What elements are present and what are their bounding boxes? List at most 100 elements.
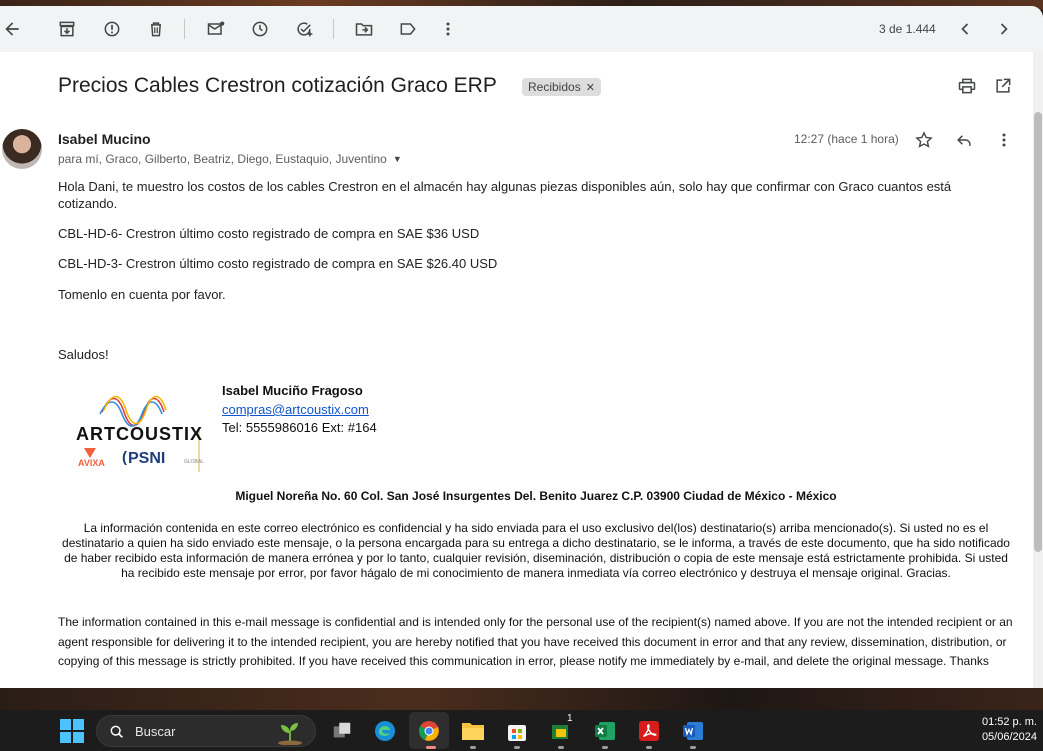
reply-button[interactable] <box>954 130 974 150</box>
company-address: Miguel Noreña No. 60 Col. San José Insur… <box>235 489 837 503</box>
back-button[interactable] <box>0 17 24 41</box>
chrome-active-indicator <box>426 746 436 749</box>
store-icon <box>508 725 526 741</box>
taskbar-store[interactable] <box>503 717 531 745</box>
start-button[interactable] <box>60 719 84 743</box>
alert-icon <box>104 21 120 37</box>
edge-browser-icon <box>375 721 395 741</box>
acrobat-running-indicator <box>646 746 652 749</box>
taskbar-task-view[interactable] <box>328 717 356 745</box>
explorer-running-indicator <box>470 746 476 749</box>
logo-wordmark: ARTCOUSTIX <box>76 424 203 444</box>
excel-running-indicator <box>602 746 608 749</box>
notification-badge: 1 <box>567 713 573 724</box>
message-more-button[interactable] <box>994 130 1014 150</box>
open-new-window-button[interactable] <box>993 76 1013 96</box>
taskbar-excel[interactable] <box>591 717 619 745</box>
sender-avatar[interactable] <box>2 129 42 169</box>
chevron-down-icon[interactable]: ▼ <box>393 154 402 164</box>
clock-date: 05/06/2024 <box>981 731 1037 743</box>
chevron-right-icon <box>1000 23 1008 35</box>
system-clock[interactable]: 01:52 p. m. 05/06/2024 <box>982 715 1037 745</box>
more-vert-icon <box>446 22 450 36</box>
reply-icon <box>957 135 971 146</box>
label-icon <box>400 23 416 35</box>
label-chip-inbox[interactable]: Recibidos ✕ <box>522 78 601 96</box>
taskbar-chrome[interactable] <box>415 717 443 745</box>
plant-decoration-icon <box>278 723 302 745</box>
mail-unread-icon <box>207 21 225 35</box>
more-options-button[interactable] <box>436 17 460 41</box>
add-task-icon <box>297 22 313 37</box>
body-paragraph-2: CBL-HD-6- Crestron último costo registra… <box>58 226 480 241</box>
signature-email-link[interactable]: compras@artcoustix.com <box>222 402 369 417</box>
delete-button[interactable] <box>144 17 168 41</box>
logo-avixa: AVIXA <box>78 458 105 468</box>
pdf-icon <box>639 721 659 741</box>
star-button[interactable] <box>914 130 934 150</box>
label-chip-text: Recibidos <box>528 80 581 94</box>
logo-psni: PSNI <box>128 450 166 467</box>
star-icon <box>915 131 933 148</box>
scrollbar-thumb[interactable] <box>1034 112 1042 552</box>
clock-time: 01:52 p. m. <box>981 716 1037 728</box>
body-paragraph-1: Hola Dani, te muestro los costos de los … <box>58 179 952 211</box>
disclaimer-spanish: La información contenida en este correo … <box>62 521 1010 580</box>
snooze-button[interactable] <box>248 17 272 41</box>
signature-phone: Tel: 5555986016 Ext: #164 <box>222 420 377 435</box>
add-task-button[interactable] <box>292 17 316 41</box>
excel-icon <box>595 722 615 740</box>
print-icon <box>958 78 976 94</box>
clock-icon <box>252 21 268 37</box>
folder-icon <box>462 723 484 740</box>
svg-text:(: ( <box>122 449 127 466</box>
search-placeholder: Buscar <box>135 724 176 739</box>
taskbar-chat-app[interactable]: 1 <box>547 713 575 745</box>
email-timestamp: 12:27 (hace 1 hora) <box>794 132 899 146</box>
windows-logo-icon <box>60 719 71 730</box>
body-paragraph-3: CBL-HD-3- Crestron último costo registra… <box>58 256 498 271</box>
message-toolbar: 3 de 1.444 <box>0 6 1043 52</box>
body-paragraph-5: Saludos! <box>58 347 109 362</box>
body-paragraph-4: Tomenlo en cuenta por favor. <box>58 287 226 302</box>
chat-running-indicator <box>558 746 564 749</box>
recipients-line[interactable]: para mí, Graco, Gilberto, Beatriz, Diego… <box>58 152 402 166</box>
disclaimer-english: The information contained in this e-mail… <box>58 615 1013 668</box>
gmail-window: 3 de 1.444 Precios Cables Crestron cotiz… <box>0 6 1043 690</box>
search-icon <box>110 725 123 738</box>
taskbar-word[interactable] <box>679 717 707 745</box>
svg-text:GLOBAL: GLOBAL <box>184 459 204 465</box>
sender-name[interactable]: Isabel Mucino <box>58 131 151 147</box>
move-to-button[interactable] <box>352 17 376 41</box>
labels-button[interactable] <box>396 17 420 41</box>
arrow-left-icon <box>5 22 19 36</box>
report-spam-button[interactable] <box>100 17 124 41</box>
open-in-new-icon <box>996 78 1011 93</box>
archive-button[interactable] <box>55 17 79 41</box>
word-icon <box>683 722 703 740</box>
desktop-wallpaper-bottom <box>0 688 1043 710</box>
mark-unread-button[interactable] <box>204 17 228 41</box>
windows-taskbar: Buscar 1 01:52 p. m. 05/06/2024 <box>0 710 1043 751</box>
store-running-indicator <box>514 746 520 749</box>
remove-label-icon[interactable]: ✕ <box>586 81 595 94</box>
taskbar-file-explorer[interactable] <box>459 717 487 745</box>
task-view-icon <box>333 722 351 738</box>
older-button[interactable] <box>992 17 1016 41</box>
company-logo: ( GLOBAL ARTCOUSTIX AVIXA PSNI <box>72 390 204 480</box>
taskbar-search[interactable]: Buscar <box>96 715 316 747</box>
word-running-indicator <box>690 746 696 749</box>
more-vert-icon <box>1002 133 1006 147</box>
message-counter: 3 de 1.444 <box>879 22 936 36</box>
scrollbar-track[interactable] <box>1033 52 1043 690</box>
taskbar-acrobat[interactable] <box>635 717 663 745</box>
taskbar-edge[interactable] <box>371 717 399 745</box>
newer-button[interactable] <box>953 17 977 41</box>
email-subject: Precios Cables Crestron cotización Graco… <box>58 74 497 97</box>
chevron-left-icon <box>961 23 969 35</box>
signature-name: Isabel Muciño Fragoso <box>222 383 363 398</box>
toolbar-divider <box>333 19 334 39</box>
folder-move-icon <box>355 23 373 36</box>
print-button[interactable] <box>957 76 977 96</box>
toolbar-divider <box>184 19 185 39</box>
